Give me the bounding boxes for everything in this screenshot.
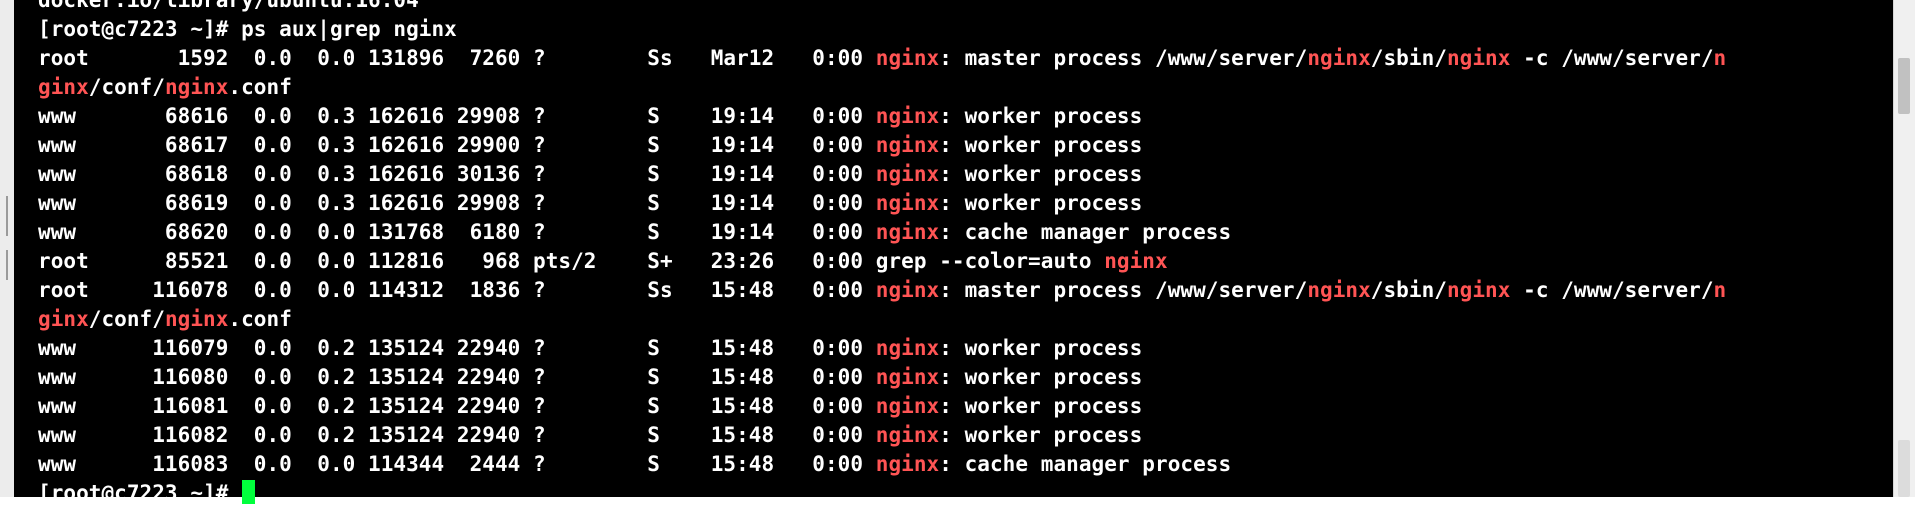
highlighted-match: n xyxy=(1713,278,1727,302)
terminal-text: www 68620 0.0 0.0 131768 6180 ? S 19:14 … xyxy=(38,220,876,244)
highlighted-match: nginx xyxy=(875,452,940,476)
terminal-text: /sbin/ xyxy=(1370,46,1447,70)
terminal-text: root 1592 0.0 0.0 131896 7260 ? Ss Mar12… xyxy=(38,46,876,70)
terminal-text: docker.io/library/ubuntu:16.04 xyxy=(38,0,419,12)
terminal-line: root 85521 0.0 0.0 112816 968 pts/2 S+ 2… xyxy=(38,247,1888,276)
highlighted-match: n xyxy=(1713,46,1727,70)
highlighted-match: nginx xyxy=(1307,46,1371,70)
terminal-line: www 116080 0.0 0.2 135124 22940 ? S 15:4… xyxy=(38,363,1888,392)
highlighted-match: nginx xyxy=(875,394,940,418)
terminal-text: .conf xyxy=(228,75,292,99)
terminal-text: www 68618 0.0 0.3 162616 30136 ? S 19:14… xyxy=(38,162,876,186)
highlighted-match: nginx xyxy=(875,46,940,70)
terminal-line: www 116079 0.0 0.2 135124 22940 ? S 15:4… xyxy=(38,334,1888,363)
terminal-line: www 68620 0.0 0.0 131768 6180 ? S 19:14 … xyxy=(38,218,1888,247)
terminal-text: : worker process xyxy=(939,133,1143,157)
terminal-text: www 116083 0.0 0.0 114344 2444 ? S 15:48… xyxy=(38,452,876,476)
terminal-text: .conf xyxy=(228,307,292,331)
terminal-line: ginx/conf/nginx.conf xyxy=(38,73,1888,102)
terminal-text: : master process /www/server/ xyxy=(939,46,1308,70)
terminal-text: : worker process xyxy=(939,336,1143,360)
terminal-text: [root@c7223 ~]# xyxy=(38,481,242,505)
terminal-text: www 68619 0.0 0.3 162616 29908 ? S 19:14… xyxy=(38,191,876,215)
highlighted-match: nginx xyxy=(875,336,940,360)
terminal-line: root 116078 0.0 0.0 114312 1836 ? Ss 15:… xyxy=(38,276,1888,305)
terminal-text: [root@c7223 ~]# ps aux|grep nginx xyxy=(38,17,457,41)
terminal-text: : worker process xyxy=(939,365,1143,389)
highlighted-match: nginx xyxy=(875,133,940,157)
highlighted-match: nginx xyxy=(875,220,940,244)
terminal-text: : worker process xyxy=(939,394,1143,418)
scrollbar-thumb[interactable] xyxy=(1898,58,1910,114)
terminal-text: : cache manager process xyxy=(939,220,1232,244)
terminal-text: www 116081 0.0 0.2 135124 22940 ? S 15:4… xyxy=(38,394,876,418)
highlighted-match: nginx xyxy=(875,423,940,447)
terminal-line: root 1592 0.0 0.0 131896 7260 ? Ss Mar12… xyxy=(38,44,1888,73)
window-left-edge xyxy=(0,0,15,497)
highlighted-match: nginx xyxy=(1446,46,1511,70)
terminal-line: www 68619 0.0 0.3 162616 29908 ? S 19:14… xyxy=(38,189,1888,218)
terminal-text: /conf/ xyxy=(88,307,165,331)
highlighted-match: ginx xyxy=(38,307,89,331)
terminal-window[interactable]: docker.io/library/ubuntu:16.04 [root@c722… xyxy=(14,0,1894,505)
terminal-text: /conf/ xyxy=(88,75,165,99)
terminal-text: www 116079 0.0 0.2 135124 22940 ? S 15:4… xyxy=(38,336,876,360)
terminal-line: www 68616 0.0 0.3 162616 29908 ? S 19:14… xyxy=(38,102,1888,131)
terminal-text: www 116080 0.0 0.2 135124 22940 ? S 15:4… xyxy=(38,365,876,389)
terminal-text: : worker process xyxy=(939,104,1143,128)
terminal-text: www 68616 0.0 0.3 162616 29908 ? S 19:14… xyxy=(38,104,876,128)
terminal-text: : master process /www/server/ xyxy=(939,278,1308,302)
highlighted-match: nginx xyxy=(1104,249,1168,273)
scrollbar-track-lower xyxy=(1898,440,1910,497)
terminal-line: www 68617 0.0 0.3 162616 29900 ? S 19:14… xyxy=(38,131,1888,160)
highlighted-match: nginx xyxy=(1446,278,1511,302)
highlighted-match: nginx xyxy=(164,75,229,99)
terminal-line: [root@c7223 ~]# ps aux|grep nginx xyxy=(38,15,1888,44)
terminal-line: docker.io/library/ubuntu:16.04 xyxy=(38,0,1888,15)
terminal-text: www 68617 0.0 0.3 162616 29900 ? S 19:14… xyxy=(38,133,876,157)
terminal-text: root 85521 0.0 0.0 112816 968 pts/2 S+ 2… xyxy=(38,249,1105,273)
terminal-text: : cache manager process xyxy=(939,452,1232,476)
text-cursor xyxy=(242,480,256,504)
terminal-output[interactable]: docker.io/library/ubuntu:16.04 [root@c722… xyxy=(38,0,1888,508)
terminal-text: -c /www/server/ xyxy=(1510,46,1714,70)
terminal-text: root 116078 0.0 0.0 114312 1836 ? Ss 15:… xyxy=(38,278,876,302)
prompt-line: [root@c7223 ~]# xyxy=(38,479,1888,508)
terminal-line: www 116083 0.0 0.0 114344 2444 ? S 15:48… xyxy=(38,450,1888,479)
highlighted-match: nginx xyxy=(875,104,940,128)
terminal-line: ginx/conf/nginx.conf xyxy=(38,305,1888,334)
highlighted-match: nginx xyxy=(164,307,229,331)
highlighted-match: nginx xyxy=(875,191,940,215)
highlighted-match: nginx xyxy=(875,162,940,186)
screen: docker.io/library/ubuntu:16.04 [root@c722… xyxy=(0,0,1915,505)
highlighted-match: nginx xyxy=(1307,278,1371,302)
terminal-text: : worker process xyxy=(939,191,1143,215)
highlighted-match: nginx xyxy=(875,278,940,302)
terminal-line: www 116082 0.0 0.2 135124 22940 ? S 15:4… xyxy=(38,421,1888,450)
terminal-text: : worker process xyxy=(939,162,1143,186)
terminal-text: /sbin/ xyxy=(1370,278,1447,302)
terminal-text: www 116082 0.0 0.2 135124 22940 ? S 15:4… xyxy=(38,423,876,447)
terminal-text: : worker process xyxy=(939,423,1143,447)
terminal-line: www 116081 0.0 0.2 135124 22940 ? S 15:4… xyxy=(38,392,1888,421)
terminal-scrollbar[interactable] xyxy=(1893,0,1915,497)
highlighted-match: nginx xyxy=(875,365,940,389)
terminal-line: www 68618 0.0 0.3 162616 30136 ? S 19:14… xyxy=(38,160,1888,189)
terminal-text: -c /www/server/ xyxy=(1510,278,1714,302)
highlighted-match: ginx xyxy=(38,75,89,99)
